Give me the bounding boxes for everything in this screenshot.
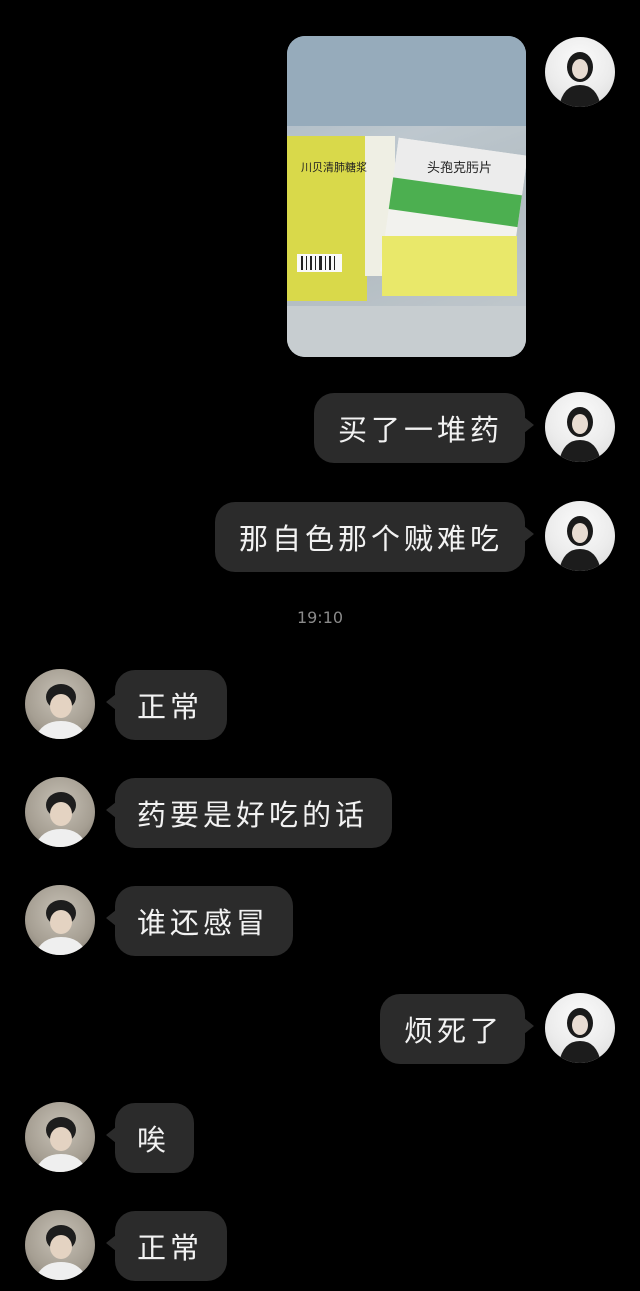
message-bubble-sent[interactable]: 那自色那个贼难吃	[214, 502, 535, 572]
portrait-icon	[35, 1225, 87, 1280]
message-bubble-sent[interactable]: 买了一堆药	[313, 393, 535, 463]
portrait-icon	[559, 52, 601, 107]
message-text: 买了一堆药	[337, 413, 503, 447]
message-text: 谁还感冒	[137, 906, 270, 940]
message-text: 烦死了	[403, 1014, 503, 1048]
portrait-icon	[559, 407, 601, 462]
contact-avatar[interactable]	[25, 777, 95, 847]
message-text: 正常	[137, 690, 204, 724]
message-bubble-received[interactable]: 谁还感冒	[105, 886, 294, 956]
message-bubble-sent[interactable]: 烦死了	[379, 994, 535, 1064]
my-avatar[interactable]	[545, 993, 615, 1063]
contact-avatar[interactable]	[25, 1210, 95, 1280]
message-bubble-received[interactable]: 正常	[105, 670, 228, 740]
message-bubble-received[interactable]: 药要是好吃的话	[105, 778, 393, 848]
portrait-icon	[35, 684, 87, 739]
my-avatar[interactable]	[545, 392, 615, 462]
message-text: 唉	[137, 1123, 171, 1157]
message-bubble-received[interactable]: 唉	[105, 1103, 195, 1173]
photo-image: 川贝清肺糖浆 头孢克肟片	[287, 36, 526, 357]
portrait-icon	[35, 1117, 87, 1172]
my-avatar[interactable]	[545, 37, 615, 107]
portrait-icon	[35, 792, 87, 847]
my-avatar[interactable]	[545, 501, 615, 571]
medicine-photo[interactable]: 川贝清肺糖浆 头孢克肟片	[287, 36, 526, 357]
svg-text:川贝清肺糖浆: 川贝清肺糖浆	[301, 160, 367, 174]
portrait-icon	[559, 1008, 601, 1063]
contact-avatar[interactable]	[25, 669, 95, 739]
svg-text:头孢克肟片: 头孢克肟片	[427, 161, 492, 176]
message-bubble-received[interactable]: 正常	[105, 1211, 228, 1281]
message-text: 那自色那个贼难吃	[238, 522, 503, 556]
message-text: 药要是好吃的话	[137, 798, 369, 832]
contact-avatar[interactable]	[25, 1102, 95, 1172]
portrait-icon	[35, 900, 87, 955]
contact-avatar[interactable]	[25, 885, 95, 955]
message-text: 正常	[137, 1231, 204, 1265]
portrait-icon	[559, 516, 601, 571]
timestamp: 19:10	[296, 608, 344, 627]
